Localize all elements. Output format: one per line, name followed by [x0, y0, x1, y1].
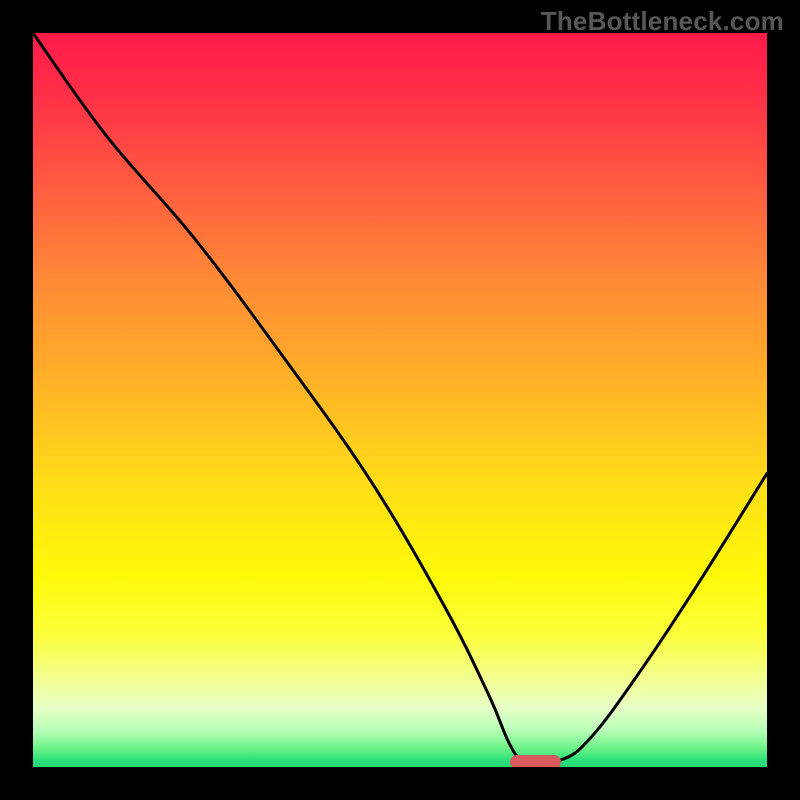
- plot-area: [33, 33, 767, 767]
- chart-frame: TheBottleneck.com: [0, 0, 800, 800]
- curve-path: [33, 33, 767, 762]
- optimal-range-marker: [510, 755, 561, 767]
- bottleneck-curve: [33, 33, 767, 767]
